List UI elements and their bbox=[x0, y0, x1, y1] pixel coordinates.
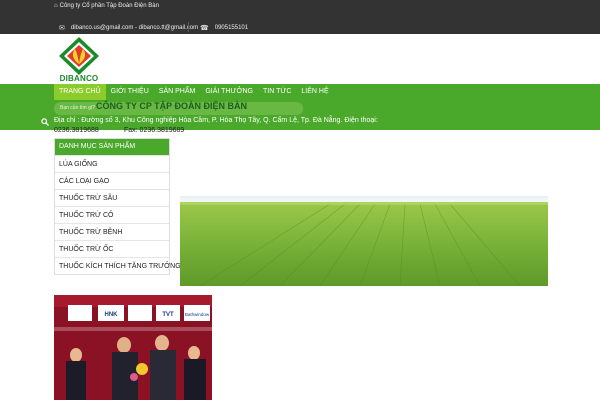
nav-item-about[interactable]: GIỚI THIỆU bbox=[106, 84, 154, 100]
logo-brand-text: DIBANCO bbox=[59, 74, 99, 83]
rice-field-image bbox=[180, 196, 548, 286]
nav-item-home[interactable]: TRANG CHỦ bbox=[54, 84, 106, 100]
company-address: Địa chỉ : Đường số 3, Khu Công nghiệp Hò… bbox=[54, 117, 378, 124]
top-bar: ⌂ Công ty Cổ phần Tập Đoàn Điện Bàn ✉ dib… bbox=[0, 0, 600, 34]
home-icon: ⌂ bbox=[54, 3, 58, 9]
phone-icon: ☎ bbox=[200, 25, 209, 32]
category-item-growth-stimulant[interactable]: THUỐC KÍCH THÍCH TĂNG TRƯỞNG bbox=[55, 257, 181, 274]
category-item-fungicide[interactable]: THUỐC TRỪ BỆNH bbox=[55, 223, 169, 240]
nav-item-news[interactable]: TIN TỨC bbox=[258, 84, 296, 100]
nav-item-products[interactable]: SẢN PHẨM bbox=[154, 84, 201, 100]
category-item-molluscicide[interactable]: THUỐC TRỪ ỐC bbox=[55, 240, 169, 257]
photo-sponsor-tvt: TVT bbox=[162, 312, 174, 318]
photo-sponsor-hnk: HNK bbox=[105, 312, 119, 318]
category-item-rice[interactable]: CÁC LOẠI GẠO bbox=[55, 172, 169, 189]
top-phone-text[interactable]: 0905155101 bbox=[215, 25, 248, 31]
award-ceremony-image: HNK TVT Bathwindow bbox=[54, 295, 212, 400]
category-item-insecticide[interactable]: THUỐC TRỪ SÂU bbox=[55, 189, 169, 206]
rice-field-banner bbox=[180, 196, 548, 286]
category-item-rice-seed[interactable]: LÚA GIỐNG bbox=[55, 155, 169, 172]
logo-emblem-icon bbox=[59, 37, 99, 75]
nav-items: TRANG CHỦ GIỚI THIỆU SẢN PHẨM GIẢI THƯỞN… bbox=[54, 84, 334, 100]
category-menu: DANH MỤC SẢN PHẨM LÚA GIỐNG CÁC LOẠI GẠO… bbox=[54, 138, 181, 275]
category-menu-title: DANH MỤC SẢN PHẨM bbox=[55, 139, 169, 155]
photo-sponsor-bathwindow: Bathwindow bbox=[185, 312, 210, 317]
top-company: ⌂ Công ty Cổ phần Tập Đoàn Điện Bàn bbox=[54, 3, 159, 9]
category-item-herbicide[interactable]: THUỐC TRỪ CỎ bbox=[55, 206, 169, 223]
award-photo: HNK TVT Bathwindow bbox=[54, 295, 212, 400]
top-phone[interactable]: ☎ 0905155101 bbox=[200, 24, 248, 32]
company-phone: 0236.3819688 bbox=[54, 127, 99, 134]
top-emails-text[interactable]: dibanco.us@gmail.com - dibanco.tt@gmail.… bbox=[71, 25, 198, 31]
company-name: CÔNG TY CP TẬP ĐOÀN ĐIỆN BÀN bbox=[96, 101, 248, 111]
top-company-name: Công ty Cổ phần Tập Đoàn Điện Bàn bbox=[59, 3, 159, 9]
site-logo[interactable]: DIBANCO bbox=[54, 36, 104, 84]
nav-item-contact[interactable]: LIÊN HỆ bbox=[296, 84, 333, 100]
mail-icon: ✉ bbox=[59, 25, 65, 32]
company-fax: Fax: 0236.3819689 bbox=[124, 127, 185, 134]
search-icon[interactable] bbox=[41, 118, 49, 128]
top-divider bbox=[188, 22, 189, 32]
nav-item-awards[interactable]: GIẢI THƯỞNG bbox=[200, 84, 258, 100]
top-emails[interactable]: ✉ dibanco.us@gmail.com - dibanco.tt@gmai… bbox=[59, 24, 198, 32]
